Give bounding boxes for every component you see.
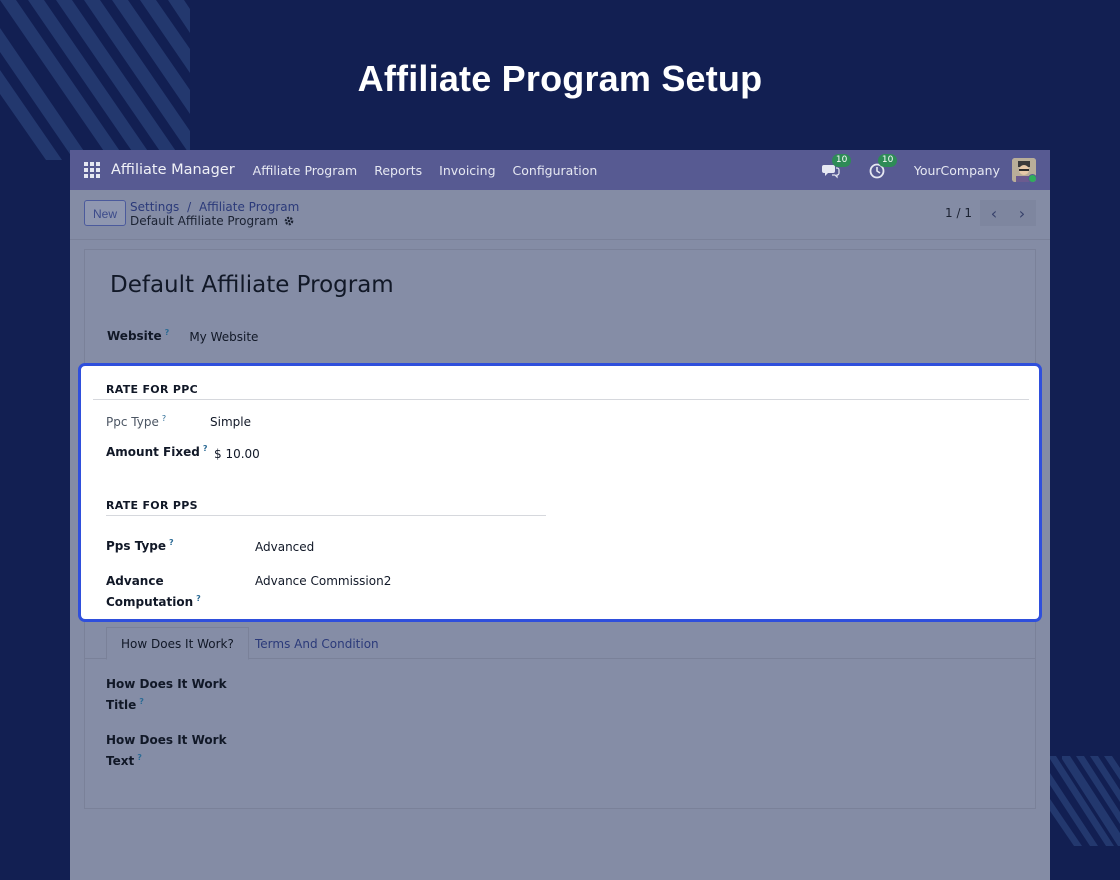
help-icon[interactable]: ? (137, 753, 142, 762)
menu-configuration[interactable]: Configuration (513, 163, 598, 178)
help-icon[interactable]: ? (162, 414, 166, 423)
top-navbar: Affiliate Manager Affiliate Program Repo… (70, 150, 1050, 190)
app-brand[interactable]: Affiliate Manager (111, 162, 235, 178)
menu-affiliate-program[interactable]: Affiliate Program (253, 163, 358, 178)
how-title-label: How Does It Work Title? (106, 677, 227, 712)
pps-section-heading: RATE FOR PPS (106, 499, 198, 512)
how-text-label: How Does It Work Text? (106, 733, 227, 768)
pps-type-label: Pps Type? (106, 538, 174, 553)
gear-icon[interactable] (283, 215, 295, 227)
breadcrumb-settings[interactable]: Settings (130, 200, 179, 214)
breadcrumb: Settings / Affiliate Program Default Aff… (130, 200, 299, 228)
chevron-right-icon: › (1018, 203, 1026, 223)
ppc-type-label: Ppc Type? (106, 414, 167, 429)
advance-computation-label: Advance Computation? (106, 574, 201, 609)
help-icon[interactable]: ? (139, 697, 144, 706)
control-panel: New Settings / Affiliate Program Default… (70, 190, 1050, 240)
rate-highlight-panel: RATE FOR PPC Ppc Type? Simple Amount Fix… (78, 363, 1042, 622)
menu-reports[interactable]: Reports (374, 163, 422, 178)
tab-terms-and-condition[interactable]: Terms And Condition (241, 627, 393, 660)
amount-fixed-value[interactable]: $ 10.00 (214, 447, 260, 461)
ppc-divider (93, 399, 1029, 400)
tab-how-does-it-work[interactable]: How Does It Work? (106, 627, 249, 660)
activities-button[interactable]: 10 (868, 154, 898, 179)
amount-fixed-label: Amount Fixed? (106, 444, 208, 459)
ppc-type-value[interactable]: Simple (210, 415, 251, 429)
activities-count-badge: 10 (877, 154, 898, 167)
record-title[interactable]: Default Affiliate Program (110, 272, 394, 298)
pager: 1 / 1 ‹ › (945, 200, 1036, 226)
decorative-stripes-bottom-right (1048, 756, 1120, 846)
website-value[interactable]: My Website (189, 330, 258, 344)
help-icon[interactable]: ? (203, 444, 208, 453)
pps-type-value[interactable]: Advanced (255, 540, 314, 554)
website-label: Website? (107, 328, 170, 343)
breadcrumb-separator: / (187, 200, 192, 214)
breadcrumb-affiliate-program[interactable]: Affiliate Program (199, 200, 299, 214)
help-icon[interactable]: ? (169, 538, 174, 547)
hero-title: Affiliate Program Setup (357, 58, 763, 99)
company-switcher[interactable]: YourCompany (914, 163, 1000, 178)
user-avatar[interactable] (1012, 158, 1036, 182)
online-status-dot (1028, 174, 1036, 182)
pps-divider (106, 515, 546, 516)
pager-next-button[interactable]: › (1008, 200, 1036, 226)
menu-invoicing[interactable]: Invoicing (439, 163, 495, 178)
pager-previous-button[interactable]: ‹ (980, 200, 1008, 226)
messages-button[interactable]: 10 (821, 154, 852, 179)
messages-count-badge: 10 (831, 154, 852, 167)
help-icon[interactable]: ? (165, 328, 170, 337)
pager-value[interactable]: 1 / 1 (945, 206, 972, 220)
help-icon[interactable]: ? (196, 594, 201, 603)
apps-grid-icon[interactable] (84, 162, 100, 178)
breadcrumb-current: Default Affiliate Program (130, 214, 279, 228)
website-field: Website? My Website (107, 328, 258, 344)
advance-computation-value[interactable]: Advance Commission2 (255, 574, 391, 588)
notebook-tabs: How Does It Work? Terms And Condition (85, 623, 1035, 660)
new-button[interactable]: New (84, 200, 127, 226)
chevron-left-icon: ‹ (990, 203, 998, 223)
ppc-section-heading: RATE FOR PPC (106, 383, 198, 396)
